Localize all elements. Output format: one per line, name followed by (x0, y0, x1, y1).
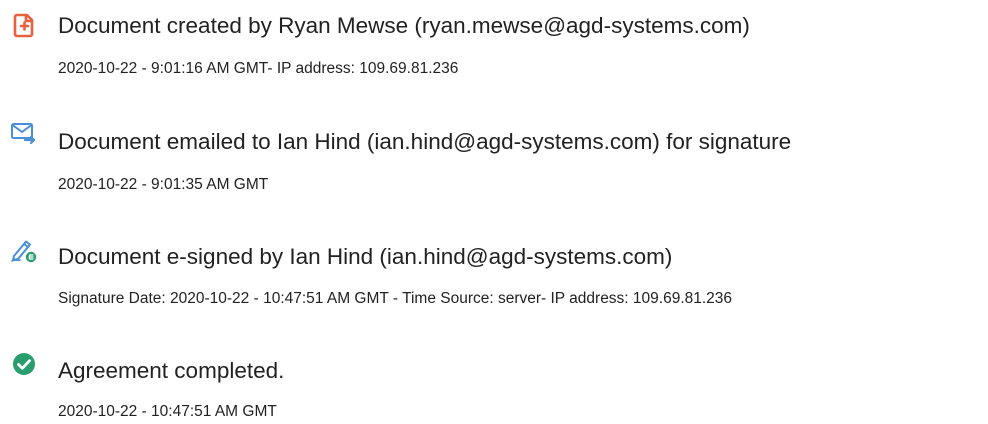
e-signed-pen-icon (10, 236, 38, 264)
event-title: Agreement completed. (58, 358, 285, 383)
document-created-icon (10, 11, 38, 39)
event-detail: 2020-10-22 - 10:47:51 AM GMT (58, 403, 277, 420)
event-detail: 2020-10-22 - 9:01:16 AM GMT- IP address:… (58, 60, 459, 77)
event-title: Document created by Ryan Mewse (ryan.mew… (58, 13, 750, 38)
event-detail: 2020-10-22 - 9:01:35 AM GMT (58, 176, 269, 193)
event-title: Document e-signed by Ian Hind (ian.hind@… (58, 244, 673, 269)
check-circle-icon (10, 350, 38, 378)
event-title: Document emailed to Ian Hind (ian.hind@a… (58, 129, 792, 154)
event-detail: Signature Date: 2020-10-22 - 10:47:51 AM… (58, 290, 733, 307)
email-sent-icon (10, 119, 38, 147)
